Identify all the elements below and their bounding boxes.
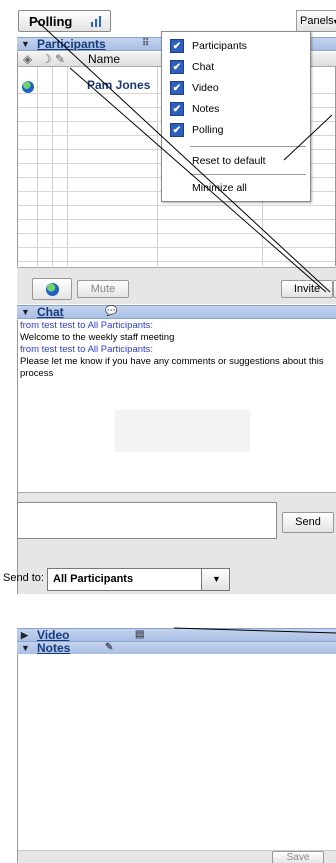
callout-lines	[35, 19, 336, 634]
